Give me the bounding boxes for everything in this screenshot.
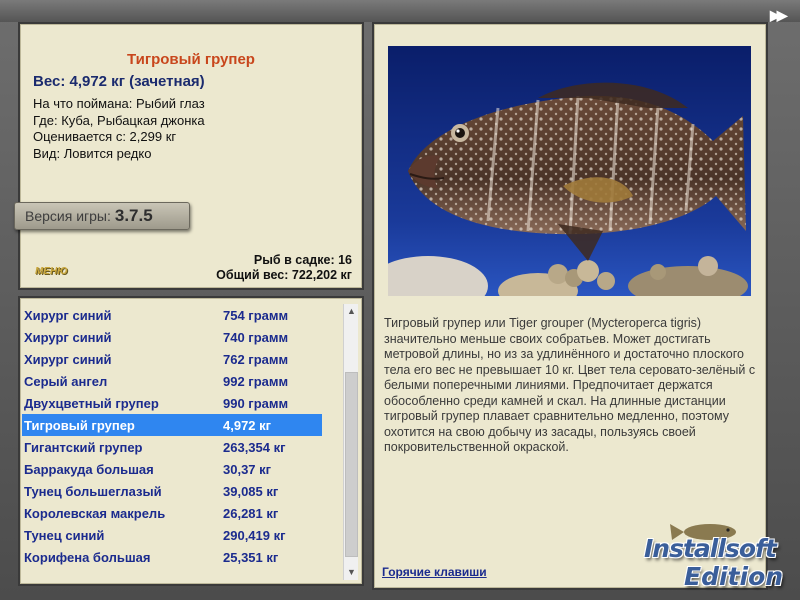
catch-row[interactable]: Хирург синий 740 грамм xyxy=(22,326,322,348)
catch-row-selected[interactable]: Тигровый групер 4,972 кг xyxy=(22,414,322,436)
version-number: 3.7.5 xyxy=(114,206,153,225)
catch-fish-weight: 992 грамм xyxy=(223,373,289,389)
catch-fish-name: Гигантский групер xyxy=(24,439,143,455)
catch-row[interactable]: Хирург синий 762 грамм xyxy=(22,348,322,370)
catch-fish-name: Тигровый групер xyxy=(24,417,135,433)
catch-fish-weight: 990 грамм xyxy=(223,395,289,411)
catch-fish-name: Корифена большая xyxy=(24,549,151,565)
catch-fish-name: Хирург синий xyxy=(24,329,112,345)
total-weight: Общий вес: 722,202 кг xyxy=(216,268,352,282)
fish-info-panel: Тигровый групер Вес: 4,972 кг (зачетная)… xyxy=(14,22,364,290)
version-label: Версия игры: xyxy=(25,208,111,224)
description-panel: Тигровый групер или Tiger grouper (Mycte… xyxy=(372,22,768,590)
catch-list-panel: Хирург синий 754 грамм Хирург синий 740 гра… xyxy=(18,296,364,586)
catch-fish-weight: 30,37 кг xyxy=(223,461,272,477)
scroll-down-icon[interactable]: ▼ xyxy=(344,565,359,580)
fish-count: Рыб в садке: 16 xyxy=(253,253,352,267)
catch-fish-name: Серый ангел xyxy=(24,373,108,389)
catch-fish-name: Тунец синий xyxy=(24,527,105,543)
catch-row[interactable]: Королевская макрель 26,281 кг xyxy=(22,502,322,524)
catch-fish-weight: 754 грамм xyxy=(223,307,289,323)
detail-min-weight: Оценивается с: 2,299 кг xyxy=(33,129,177,144)
fish-photo xyxy=(388,46,751,296)
watermark-line1: Installsoft xyxy=(644,534,777,563)
fish-details: На что поймана: Рыбий глаз Где: Куба, Ры… xyxy=(33,96,205,162)
catch-fish-weight: 290,419 кг xyxy=(223,527,286,543)
catch-fish-name: Хирург синий xyxy=(24,307,112,323)
catch-fish-weight: 740 грамм xyxy=(223,329,289,345)
watermark-line2: Edition xyxy=(684,562,784,591)
catch-fish-name: Барракуда большая xyxy=(24,461,154,477)
menu-button[interactable]: МЕНЮ xyxy=(35,266,68,277)
version-badge: Версия игры: 3.7.5 xyxy=(14,202,190,230)
detail-bait: На что поймана: Рыбий глаз xyxy=(33,96,205,111)
catch-fish-weight: 4,972 кг xyxy=(223,417,272,433)
scroll-up-icon[interactable]: ▲ xyxy=(344,304,359,319)
list-scrollbar[interactable]: ▲ ▼ xyxy=(343,304,358,580)
installsoft-watermark: Installsoft Edition xyxy=(640,518,798,596)
catch-row[interactable]: Гигантский групер 263,354 кг xyxy=(22,436,322,458)
catch-fish-name: Королевская макрель xyxy=(24,505,166,521)
catch-fish-weight: 39,085 кг xyxy=(223,483,279,499)
top-strip xyxy=(0,0,800,22)
catch-fish-name: Двухцветный групер xyxy=(24,395,159,411)
cage-stats: Рыб в садке: 16 Общий вес: 722,202 кг xyxy=(216,253,352,283)
catch-list[interactable]: Хирург синий 754 грамм Хирург синий 740 гра… xyxy=(22,304,322,568)
catch-row[interactable]: Хирург синий 754 грамм xyxy=(22,304,322,326)
catch-row[interactable]: Барракуда большая 30,37 кг xyxy=(22,458,322,480)
fish-weight: Вес: 4,972 кг (зачетная) xyxy=(33,73,205,90)
catch-fish-weight: 762 грамм xyxy=(223,351,289,367)
catch-fish-name: Хирург синий xyxy=(24,351,112,367)
catch-fish-weight: 26,281 кг xyxy=(223,505,279,521)
fish-name-title: Тигровый групер xyxy=(127,51,255,68)
catch-fish-weight: 263,354 кг xyxy=(223,439,286,455)
fish-description: Тигровый групер или Tiger grouper (Mycte… xyxy=(384,316,756,454)
catch-fish-name: Тунец большеглазый xyxy=(24,483,162,499)
detail-rarity: Вид: Ловится редко xyxy=(33,145,152,161)
catch-fish-weight: 25,351 кг xyxy=(223,549,279,565)
hotkeys-link[interactable]: Горячие клавиши xyxy=(382,565,487,579)
detail-location: Где: Куба, Рыбацкая джонка xyxy=(33,112,205,128)
catch-row[interactable]: Тунец синий 290,419 кг xyxy=(22,524,322,546)
app-frame: ▶▶ Тигровый групер Вес: 4,972 кг (зачетн… xyxy=(0,0,800,600)
catch-row[interactable]: Серый ангел 992 грамм xyxy=(22,370,322,392)
fast-forward-icon[interactable]: ▶▶ xyxy=(770,8,792,22)
catch-row[interactable]: Двухцветный групер 990 грамм xyxy=(22,392,322,414)
catch-row[interactable]: Тунец большеглазый 39,085 кг xyxy=(22,480,322,502)
scroll-thumb[interactable] xyxy=(345,372,358,557)
catch-row[interactable]: Корифена большая 25,351 кг xyxy=(22,546,322,568)
